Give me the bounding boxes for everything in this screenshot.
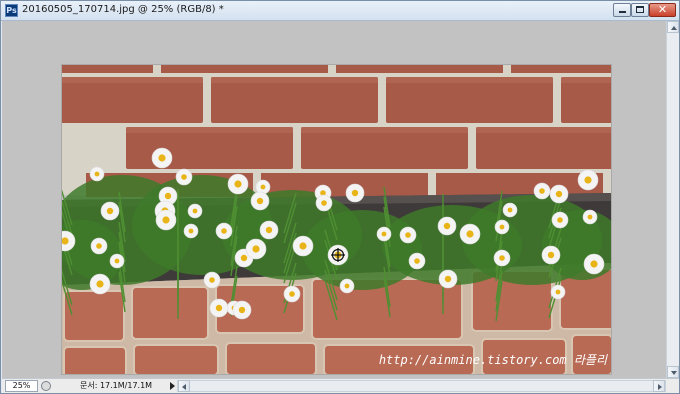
maximize-icon	[636, 6, 644, 13]
document-window: Ps 20160505_170714.jpg @ 25% (RGB/8) * ✕	[0, 0, 680, 394]
maximize-button[interactable]	[631, 3, 649, 17]
title-bar[interactable]: Ps 20160505_170714.jpg @ 25% (RGB/8) * ✕	[1, 1, 679, 21]
close-button[interactable]: ✕	[649, 3, 676, 17]
close-icon: ✕	[657, 3, 668, 16]
arrow-left-icon	[182, 384, 186, 390]
canvas-area[interactable]: http://ainmine.tistory.com 라플리	[2, 21, 666, 378]
scroll-right-button[interactable]	[653, 380, 665, 392]
status-bar: 25% 문서: 17.1M/17.1M	[2, 378, 679, 393]
document-size-info[interactable]: 문서: 17.1M/17.1M	[56, 380, 172, 392]
vertical-scrollbar[interactable]	[666, 21, 679, 378]
scroll-up-button[interactable]	[667, 21, 679, 33]
info-menu-arrow-icon[interactable]	[170, 382, 175, 390]
window-title: 20160505_170714.jpg @ 25% (RGB/8) *	[22, 4, 224, 15]
status-indicator-icon[interactable]	[41, 381, 51, 391]
scroll-left-button[interactable]	[178, 380, 190, 392]
minimize-button[interactable]	[613, 3, 631, 17]
photo-content: http://ainmine.tistory.com 라플리	[62, 65, 611, 374]
watermark-text: http://ainmine.tistory.com 라플리	[379, 353, 608, 367]
arrow-up-icon	[671, 26, 677, 30]
minimize-icon	[619, 11, 626, 13]
document-image[interactable]: http://ainmine.tistory.com 라플리	[62, 65, 611, 374]
photoshop-icon: Ps	[5, 4, 18, 17]
horizontal-scrollbar[interactable]	[177, 380, 666, 392]
arrow-down-icon	[671, 371, 677, 375]
arrow-right-icon	[658, 384, 662, 390]
zoom-level-input[interactable]: 25%	[5, 380, 38, 392]
scroll-down-button[interactable]	[667, 366, 679, 378]
